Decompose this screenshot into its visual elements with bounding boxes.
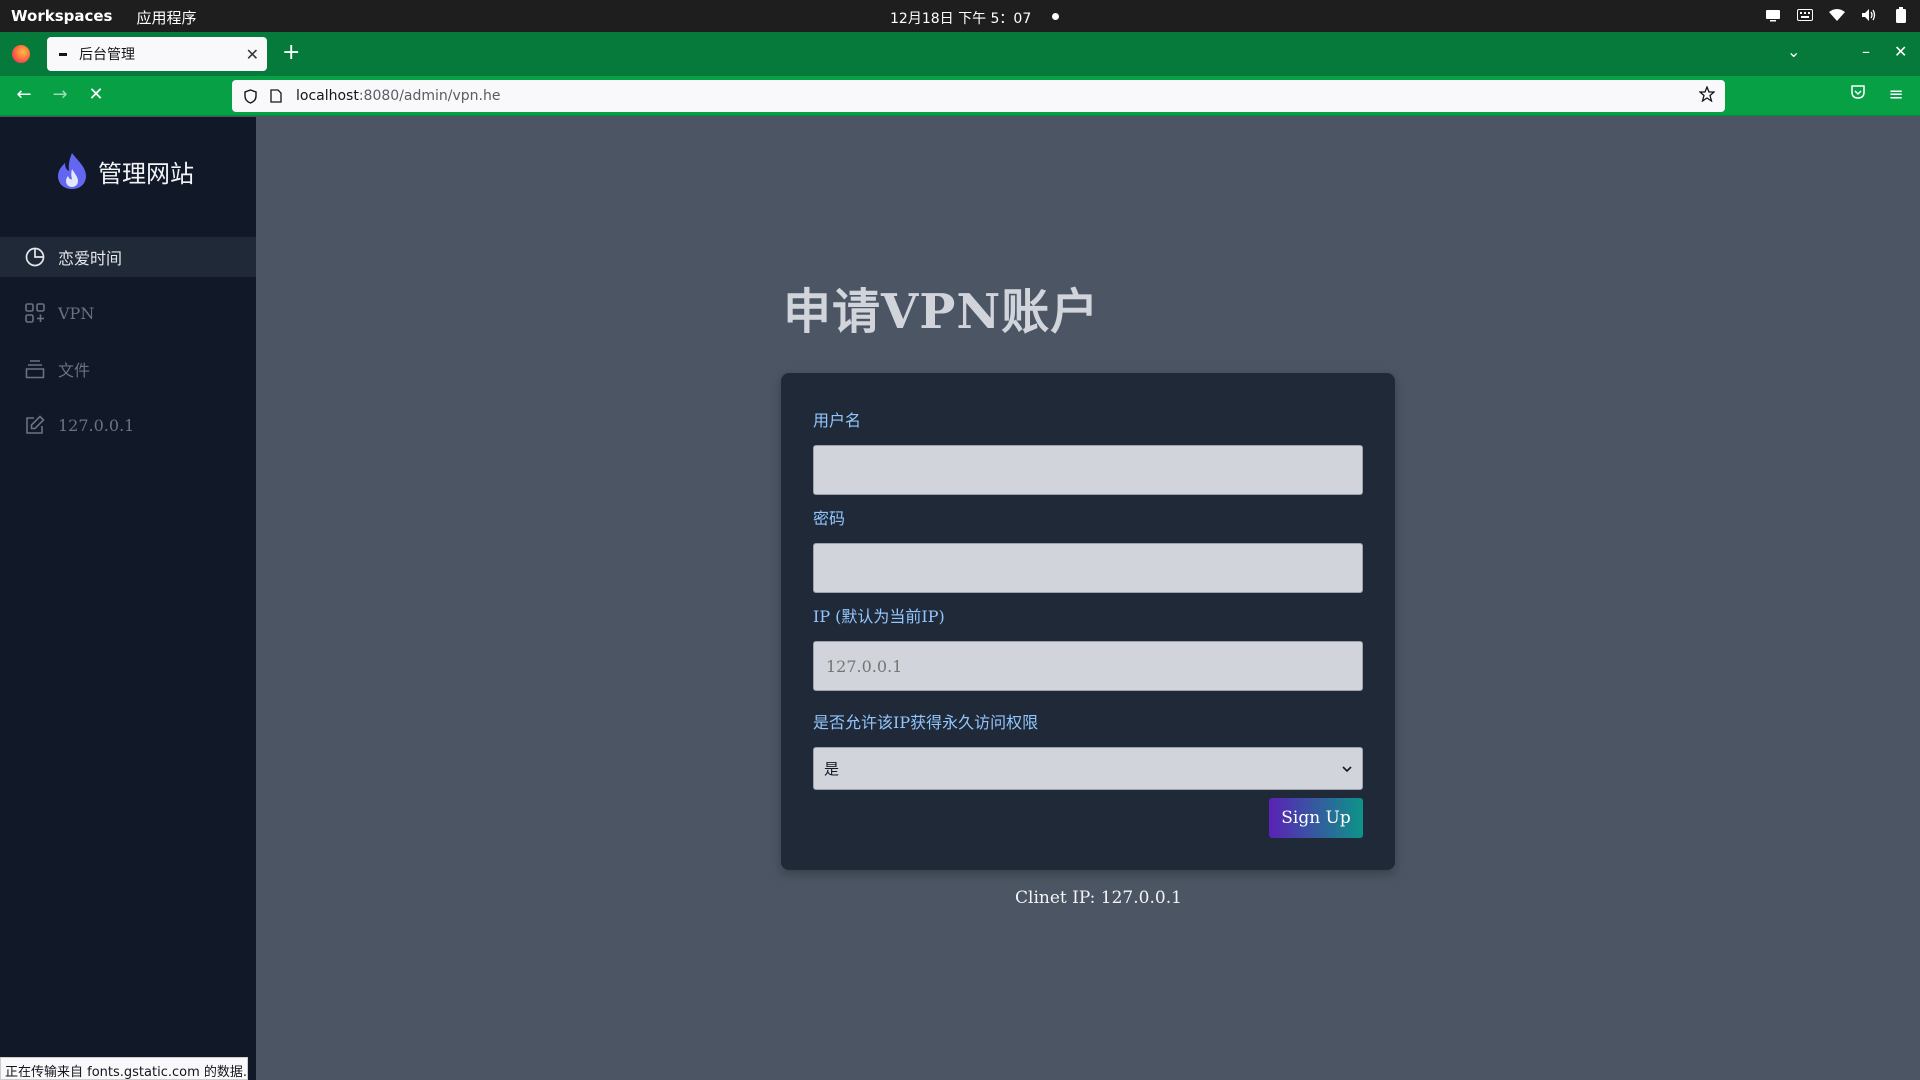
permanent-access-select[interactable]: 是 (813, 747, 1363, 790)
pocket-icon[interactable] (1846, 84, 1870, 105)
stop-loading-button[interactable]: ✕ (84, 84, 108, 105)
password-input[interactable] (813, 543, 1363, 593)
url-host: localhost (296, 88, 359, 104)
chevron-down-icon (1342, 762, 1352, 776)
password-label: 密码 (813, 509, 846, 528)
new-tab-button[interactable]: + (282, 40, 300, 65)
browser-nav-bar: ← → ✕ localhost:8080/admin/vpn.he ≡ (0, 76, 1920, 116)
select-value: 是 (824, 760, 840, 778)
system-tray[interactable] (1764, 6, 1910, 24)
sidebar-item-label: 127.0.0.1 (58, 415, 135, 435)
page-info-icon[interactable] (268, 88, 284, 104)
sidebar-item-label: VPN (58, 303, 95, 323)
wifi-icon[interactable] (1828, 6, 1846, 24)
browser-tab-strip: 后台管理 ✕ + ⌄ – ✕ (0, 32, 1920, 76)
system-top-bar: Workspaces 应用程序 12月18日 下午 5：07 (0, 0, 1920, 32)
brand-title: 管理网站 (98, 159, 194, 188)
edit-icon (24, 414, 46, 436)
tab-admin[interactable]: 后台管理 ✕ (47, 37, 267, 71)
forward-button[interactable]: → (48, 84, 72, 105)
applications-menu[interactable]: 应用程序 (136, 7, 196, 28)
flame-logo-icon (58, 153, 86, 189)
sidebar-item-label: 文件 (58, 361, 91, 380)
username-label: 用户名 (813, 411, 862, 430)
back-button[interactable]: ← (12, 84, 36, 105)
sidebar-item-label: 恋爱时间 (58, 249, 123, 268)
browser-status-bar: 正在传输来自 fonts.gstatic.com 的数据... (0, 1057, 248, 1080)
sidebar-item-vpn[interactable]: VPN (0, 293, 256, 333)
firefox-logo-icon (12, 45, 30, 63)
shield-icon[interactable] (242, 88, 258, 104)
battery-icon[interactable] (1892, 6, 1910, 24)
client-ip-text: Clinet IP: 127.0.0.1 (1015, 888, 1182, 908)
screen-share-icon[interactable] (1764, 6, 1782, 24)
notification-dot-icon (1052, 13, 1059, 20)
url-path: :8080/admin/vpn.he (358, 88, 501, 104)
sidebar-item-files[interactable]: 文件 (0, 349, 256, 389)
list-tabs-chevron-icon[interactable]: ⌄ (1787, 42, 1800, 61)
sidebar-item-localhost[interactable]: 127.0.0.1 (0, 405, 256, 445)
workspaces-button[interactable]: Workspaces (11, 7, 112, 28)
sidebar: 管理网站 恋爱时间 VPN 文件 127.0.0.1 (0, 117, 256, 1080)
page-title: 申请VPN账户 (783, 284, 1100, 340)
archive-icon (24, 358, 46, 380)
pie-chart-icon (24, 246, 46, 268)
ip-input[interactable] (813, 641, 1363, 691)
grid-plus-icon (24, 302, 46, 324)
sidebar-item-love-time[interactable]: 恋爱时间 (0, 237, 256, 277)
url-bar[interactable]: localhost:8080/admin/vpn.he (232, 80, 1725, 112)
vpn-signup-form: 用户名 密码 IP (默认为当前IP) 是否允许该IP获得永久访问权限 是 Si… (781, 373, 1395, 870)
brand[interactable]: 管理网站 (56, 153, 194, 189)
keyboard-icon[interactable] (1796, 6, 1814, 24)
tab-title: 后台管理 (79, 47, 135, 63)
loading-indicator-icon (59, 52, 67, 56)
close-tab-icon[interactable]: ✕ (246, 45, 259, 64)
clock[interactable]: 12月18日 下午 5：07 (890, 8, 1031, 28)
minimize-window-icon[interactable]: – (1862, 42, 1870, 61)
username-input[interactable] (813, 445, 1363, 495)
ip-label: IP (默认为当前IP) (813, 607, 945, 626)
sign-up-button[interactable]: Sign Up (1269, 798, 1363, 838)
permanent-access-label: 是否允许该IP获得永久访问权限 (813, 713, 1039, 732)
close-window-icon[interactable]: ✕ (1894, 42, 1907, 61)
volume-icon[interactable] (1860, 6, 1878, 24)
bookmark-star-icon[interactable] (1698, 85, 1716, 106)
app-menu-icon[interactable]: ≡ (1884, 84, 1908, 105)
